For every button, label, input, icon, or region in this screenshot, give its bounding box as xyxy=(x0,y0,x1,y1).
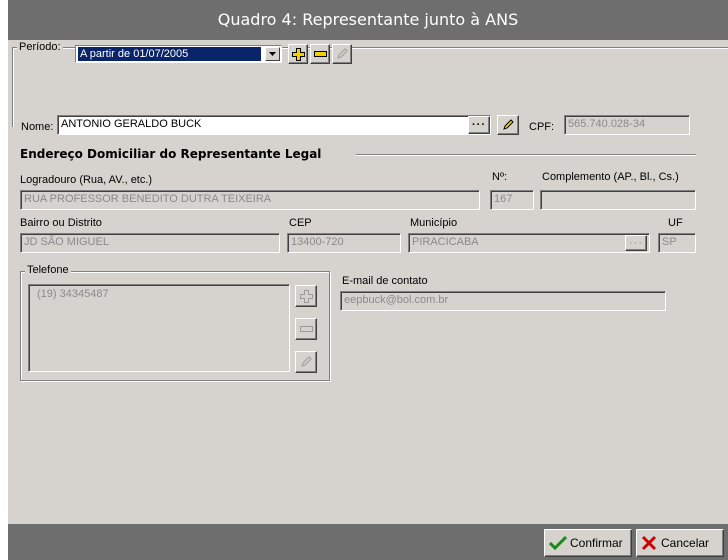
pencil-icon xyxy=(301,356,312,367)
uf-field[interactable]: SP xyxy=(658,233,696,253)
chevron-down-icon[interactable] xyxy=(265,47,280,61)
cep-field[interactable]: 13400-720 xyxy=(287,233,401,253)
edit-periodo-button[interactable] xyxy=(332,44,352,64)
complemento-label: Complemento (AP., Bl., Cs.) xyxy=(542,171,679,183)
municipio-label: Município xyxy=(410,217,458,229)
endereco-section-title: Endereço Domiciliar do Representante Leg… xyxy=(20,147,322,161)
ellipsis-icon: ··· xyxy=(629,237,643,249)
bairro-field[interactable]: JD SÃO MIGUEL xyxy=(20,233,280,253)
add-telefone-button[interactable] xyxy=(295,285,317,307)
cancel-button[interactable]: Cancelar xyxy=(636,529,724,557)
periodo-label: Período: xyxy=(17,41,63,53)
email-field[interactable]: eepbuck@bol.com.br xyxy=(340,291,666,311)
plus-icon xyxy=(299,289,313,303)
minus-icon xyxy=(313,51,327,57)
numero-field[interactable]: 167 xyxy=(490,190,534,210)
minus-icon xyxy=(299,326,313,332)
edit-telefone-button[interactable] xyxy=(295,351,317,373)
checkmark-icon xyxy=(549,535,567,551)
email-label: E-mail de contato xyxy=(342,275,428,287)
cpf-field[interactable]: 565.740.028-34 xyxy=(564,115,690,135)
close-icon xyxy=(641,535,657,551)
remove-periodo-button[interactable] xyxy=(310,44,330,64)
section-divider xyxy=(356,154,696,156)
pencil-icon xyxy=(503,119,514,130)
bairro-label: Bairro ou Distrito xyxy=(20,217,102,229)
municipio-lookup-button[interactable]: ··· xyxy=(625,235,647,251)
confirm-button[interactable]: Confirmar xyxy=(544,529,632,557)
municipio-field[interactable]: PIRACICABA xyxy=(408,233,650,253)
confirm-label: Confirmar xyxy=(570,536,623,550)
cancel-label: Cancelar xyxy=(661,536,710,550)
add-periodo-button[interactable] xyxy=(288,44,308,64)
remove-telefone-button[interactable] xyxy=(295,318,317,340)
complemento-field[interactable] xyxy=(540,190,696,210)
list-item[interactable]: (19) 34345487 xyxy=(37,288,281,300)
uf-label: UF xyxy=(668,217,683,229)
cep-label: CEP xyxy=(289,217,312,229)
dialog-window: Quadro 4: Representante junto à ANS Perí… xyxy=(8,0,728,560)
pencil-icon xyxy=(337,48,348,59)
ellipsis-icon: ··· xyxy=(472,119,486,131)
periodo-select[interactable]: A partir de 01/07/2005 xyxy=(75,45,282,63)
nome-edit-button[interactable] xyxy=(497,115,519,135)
numero-label: Nº: xyxy=(492,171,508,183)
telefone-label: Telefone xyxy=(25,264,71,276)
nome-lookup-button[interactable]: ··· xyxy=(468,116,490,134)
window-title: Quadro 4: Representante junto à ANS xyxy=(217,10,519,29)
nome-field[interactable]: ANTONIO GERALDO BUCK xyxy=(57,115,491,135)
cpf-label: CPF: xyxy=(529,121,555,133)
nome-label: Nome: xyxy=(21,121,54,133)
plus-icon xyxy=(291,47,305,61)
telefone-list[interactable]: (19) 34345487 xyxy=(28,284,290,372)
logradouro-label: Logradouro (Rua, AV., etc.) xyxy=(20,174,153,186)
periodo-selected-value: A partir de 01/07/2005 xyxy=(78,47,261,61)
title-bar: Quadro 4: Representante junto à ANS xyxy=(8,0,728,40)
logradouro-field[interactable]: RUA PROFESSOR BENEDITO DUTRA TEIXEIRA xyxy=(20,190,480,210)
